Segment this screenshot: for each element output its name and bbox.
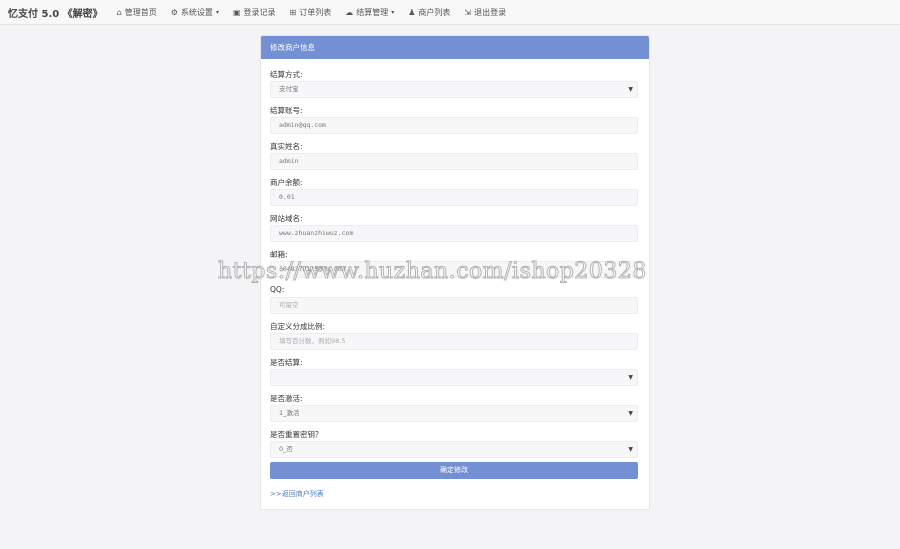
settle-account-input[interactable]: admin@qq.com [270,117,638,134]
custom-rate-input[interactable]: 填写百分数，例如98.5 [270,333,638,350]
nav-item-label: 管理首页 [124,7,157,17]
nav-item-login-records[interactable]: ▣ 登录记录 [233,7,276,18]
settle-method-select[interactable]: 支付宝 ▼ [270,81,638,98]
reset-key-label: 是否重置密钥？ [270,430,323,439]
caret-down-icon: ▾ [215,8,219,16]
chevron-down-icon: ▼ [628,410,633,417]
nav-item-label: 订单列表 [299,7,332,17]
qq-label: QQ: [270,285,285,294]
home-icon: ⌂ [116,7,122,17]
chevron-down-icon: ▼ [628,374,633,381]
custom-rate-label: 自定义分成比例: [270,322,326,331]
domain-label: 网站域名: [270,214,303,223]
chevron-down-icon: ▼ [628,86,633,93]
user-icon: ♟ [408,7,416,17]
caret-down-icon: ▾ [391,8,395,16]
activate-select[interactable]: 1_激活 ▼ [270,405,638,422]
real-name-label: 真实姓名: [270,142,303,151]
email-label: 邮箱: [270,250,288,259]
logout-icon: ⇲ [464,7,472,17]
email-field[interactable]: 1048378125@qq.com [270,261,638,278]
select-value: 0_否 [279,445,293,453]
submit-button[interactable]: 确定修改 [270,462,638,479]
reset-key-select[interactable]: 0_否 ▼ [270,441,638,458]
gear-icon: ⚙ [170,7,178,17]
activate-label: 是否激活: [270,394,303,403]
nav-item-label: 登录记录 [243,7,276,17]
nav-item-label: 退出登录 [474,7,507,17]
chevron-down-icon: ▼ [628,446,633,453]
nav-item-system-settings[interactable]: ⚙ 系统设置 ▾ [171,7,219,18]
nav-item-orders[interactable]: ⊞ 订单列表 [290,7,332,18]
nav-item-label: 商户列表 [418,7,451,17]
back-to-merchants-link[interactable]: >>返回商户列表 [270,489,324,499]
nav-item-label: 系统设置 [180,7,213,17]
brand-title[interactable]: 忆支付 5.0 《解密》 [8,5,103,20]
settle-enabled-select[interactable]: ▼ [270,369,638,386]
qq-input[interactable]: 可留空 [270,297,638,314]
nav-item-home[interactable]: ⌂ 管理首页 [117,7,157,18]
select-value: 支付宝 [279,85,299,93]
balance-label: 商户余额: [270,178,303,187]
domain-input[interactable]: www.zhuanzhiwuz.com [270,225,638,242]
nav-item-settlement[interactable]: ☁ 结算管理 ▾ [345,7,394,18]
top-navbar: 忆支付 5.0 《解密》 ⌂ 管理首页 ⚙ 系统设置 ▾ ▣ 登录记录 ⊞ 订单… [0,0,900,25]
cart-icon: ⊞ [289,7,297,17]
settle-method-label: 结算方式: [270,70,303,79]
settle-account-label: 结算账号: [270,106,303,115]
balance-input[interactable]: 0.01 [270,189,638,206]
panel-title: 修改商户信息 [261,36,649,59]
cloud-icon: ☁ [345,7,354,17]
real-name-input[interactable]: admin [270,153,638,170]
nav-item-label: 结算管理 [356,7,389,17]
edit-merchant-panel: 修改商户信息 结算方式: 支付宝 ▼ 结算账号: admin@qq.com 真实… [260,35,650,510]
settle-enabled-label: 是否结算: [270,358,303,367]
nav-item-logout[interactable]: ⇲ 退出登录 [464,7,506,18]
camera-icon: ▣ [232,7,241,17]
nav-item-merchants[interactable]: ♟ 商户列表 [408,7,450,18]
select-value: 1_激活 [279,409,300,417]
